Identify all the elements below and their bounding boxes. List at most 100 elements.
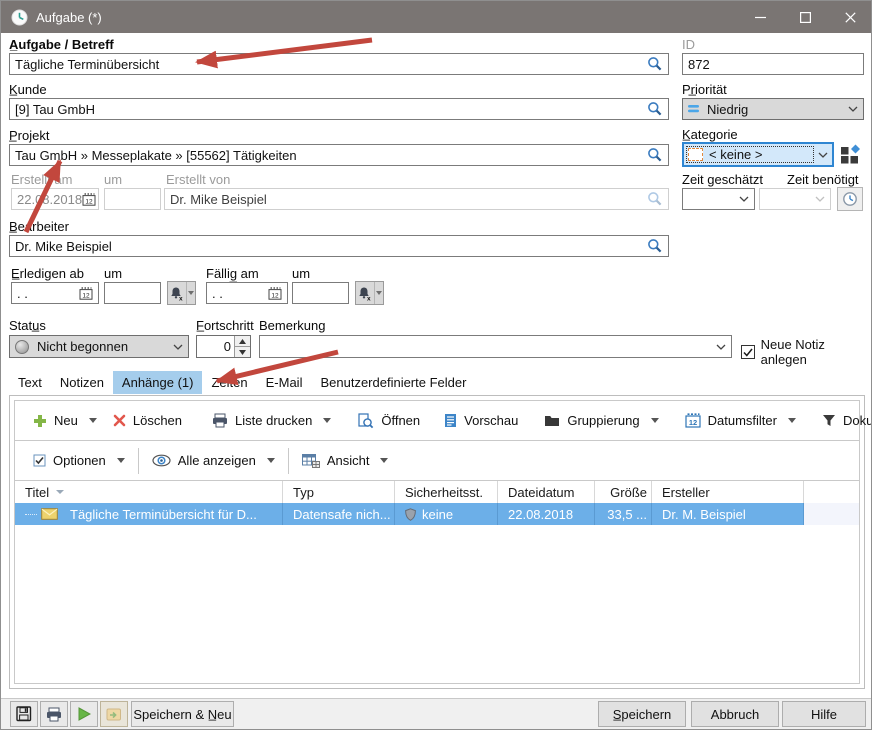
start-icon-button[interactable] <box>70 701 98 727</box>
kunde-value: [9] Tau GmbH <box>15 102 647 117</box>
spin-up-button[interactable] <box>235 336 250 346</box>
shield-icon <box>405 508 416 521</box>
speichern-und-neu-label: Speichern & N̲eu <box>133 707 231 722</box>
zeit-geschaetzt-select[interactable] <box>682 188 755 210</box>
column-header-titel[interactable]: Titel <box>15 481 283 503</box>
dokumenttyp-button[interactable]: Dokumenttyp <box>814 408 872 433</box>
kunde-field[interactable]: [9] Tau GmbH <box>9 98 669 120</box>
print-icon-button[interactable] <box>40 701 68 727</box>
bemerkung-label: Bemerkung <box>259 318 325 333</box>
tab-email[interactable]: E-Mail <box>257 371 312 394</box>
funnel-icon <box>822 414 836 427</box>
tab-text[interactable]: Text <box>9 371 51 394</box>
clock-icon <box>11 9 28 26</box>
erstellt-von-label: Erstellt von <box>166 172 230 187</box>
optionen-button[interactable]: Optionen <box>25 448 133 473</box>
id-label: ID <box>682 37 695 52</box>
abbruch-button[interactable]: Abbruch <box>691 701 779 727</box>
erstellt-am-field: 22.08.2018 12 <box>11 188 99 210</box>
grid-icon <box>302 454 320 468</box>
fortschritt-spinner[interactable]: 0 <box>196 335 251 358</box>
vorschau-button[interactable]: Vorschau <box>436 408 526 433</box>
erstellt-von-field: Dr. Mike Beispiel <box>164 188 669 210</box>
ansicht-button[interactable]: Ansicht <box>294 448 397 473</box>
erstellt-um-field <box>104 188 161 210</box>
hilfe-button[interactable]: Hilfe <box>782 701 866 727</box>
chevron-down-icon <box>117 458 125 463</box>
prioritaet-select[interactable]: Niedrig <box>682 98 864 120</box>
liste-drucken-button[interactable]: Liste drucken <box>204 408 339 433</box>
id-field[interactable]: 872 <box>682 53 864 75</box>
bemerkung-field[interactable] <box>259 335 732 358</box>
column-header-sicherheitsstufe[interactable]: Sicherheitsst. <box>395 481 498 503</box>
gruppierung-button[interactable]: Gruppierung <box>536 408 666 433</box>
aufgabe-betreff-label: A̲ufgabe / Betreff <box>9 37 114 52</box>
spin-down-button[interactable] <box>235 346 250 357</box>
oeffnen-button[interactable]: Öffnen <box>349 408 428 434</box>
faellig-um-field[interactable] <box>292 282 349 304</box>
projekt-label: P̲rojekt <box>9 128 49 143</box>
svg-text:12: 12 <box>85 198 93 205</box>
sort-desc-icon <box>56 490 64 494</box>
ansicht-label: Ansicht <box>327 453 370 468</box>
maximize-button[interactable] <box>783 1 828 33</box>
search-icon[interactable] <box>647 56 663 72</box>
neue-notiz-checkbox[interactable]: Neue Notiz anlegen <box>741 337 871 367</box>
loeschen-button[interactable]: Löschen <box>105 408 190 433</box>
archive-icon-button[interactable] <box>100 701 128 727</box>
task-window: Aufgabe (*) A̲ufgabe / Betreff Tägliche … <box>0 0 872 730</box>
tab-zeiten[interactable]: Zeiten <box>202 371 256 394</box>
kategorie-select[interactable]: < keine > <box>682 142 834 167</box>
hilfe-label: Hilfe <box>811 707 837 722</box>
tab-benutzerdefinierte-felder[interactable]: Benutzerdefinierte Felder <box>311 371 475 394</box>
faellig-reminder-button[interactable]: x <box>355 281 384 305</box>
speichern-button[interactable]: S̲peichern <box>598 701 686 727</box>
faellig-am-field[interactable]: . . 12 <box>206 282 288 304</box>
optionen-label: Optionen <box>53 453 106 468</box>
speichern-und-neu-button[interactable]: Speichern & N̲eu <box>131 701 234 727</box>
datumsfilter-button[interactable]: 12 Datumsfilter <box>677 408 804 433</box>
erledigen-ab-field[interactable]: . . 12 <box>11 282 99 304</box>
category-grid-icon[interactable] <box>840 144 861 164</box>
projekt-field[interactable]: Tau GmbH » Messeplakate » [55562] Tätigk… <box>9 144 669 166</box>
tab-anhaenge[interactable]: Anhänge (1) <box>113 371 203 394</box>
column-header-dateidatum[interactable]: Dateidatum <box>498 481 595 503</box>
tab-bar: Text Notizen Anhänge (1) Zeiten E-Mail B… <box>9 370 475 394</box>
tab-notizen[interactable]: Notizen <box>51 371 113 394</box>
column-header-groesse[interactable]: Größe <box>595 481 652 503</box>
erledigen-um-field[interactable] <box>104 282 161 304</box>
x-icon <box>113 414 126 427</box>
aufgabe-betreff-field[interactable]: Tägliche Terminübersicht <box>9 53 669 75</box>
calendar-icon[interactable]: 12 <box>79 287 93 300</box>
neu-button[interactable]: Neu <box>25 408 105 433</box>
aufgabe-betreff-value: Tägliche Terminübersicht <box>15 57 647 72</box>
minimize-button[interactable] <box>738 1 783 33</box>
fortschritt-value: 0 <box>197 336 234 357</box>
neue-notiz-label: Neue Notiz anlegen <box>761 337 871 367</box>
status-select[interactable]: Nicht begonnen <box>9 335 189 358</box>
save-icon-button[interactable] <box>10 701 38 727</box>
chevron-down-icon <box>374 282 383 304</box>
search-icon[interactable] <box>647 101 663 117</box>
calendar-icon[interactable]: 12 <box>268 287 282 300</box>
close-button[interactable] <box>828 1 872 33</box>
column-header-typ[interactable]: Typ <box>283 481 395 503</box>
dashed-swatch-icon <box>688 148 703 161</box>
window-controls <box>738 1 872 33</box>
zeit-benoetigt-label: Zeit benötigt <box>787 172 859 187</box>
erstellt-von-value: Dr. Mike Beispiel <box>170 192 647 207</box>
time-clock-button[interactable] <box>837 187 863 211</box>
search-icon[interactable] <box>647 147 663 163</box>
attachment-row-selected[interactable]: Tägliche Terminübersicht für D... Datens… <box>15 503 859 525</box>
bearbeiter-field[interactable]: Dr. Mike Beispiel <box>9 235 669 257</box>
titlebar: Aufgabe (*) <box>1 1 872 33</box>
chevron-down-icon <box>848 106 858 112</box>
datumsfilter-label: Datumsfilter <box>708 413 777 428</box>
prioritaet-value: Niedrig <box>707 102 748 117</box>
erledigen-reminder-button[interactable]: x <box>167 281 196 305</box>
dokumenttyp-label: Dokumenttyp <box>843 413 872 428</box>
bearbeiter-label: B̲earbeiter <box>9 219 69 234</box>
alle-anzeigen-button[interactable]: Alle anzeigen <box>144 448 283 473</box>
search-icon[interactable] <box>647 238 663 254</box>
column-header-ersteller[interactable]: Ersteller <box>652 481 804 503</box>
